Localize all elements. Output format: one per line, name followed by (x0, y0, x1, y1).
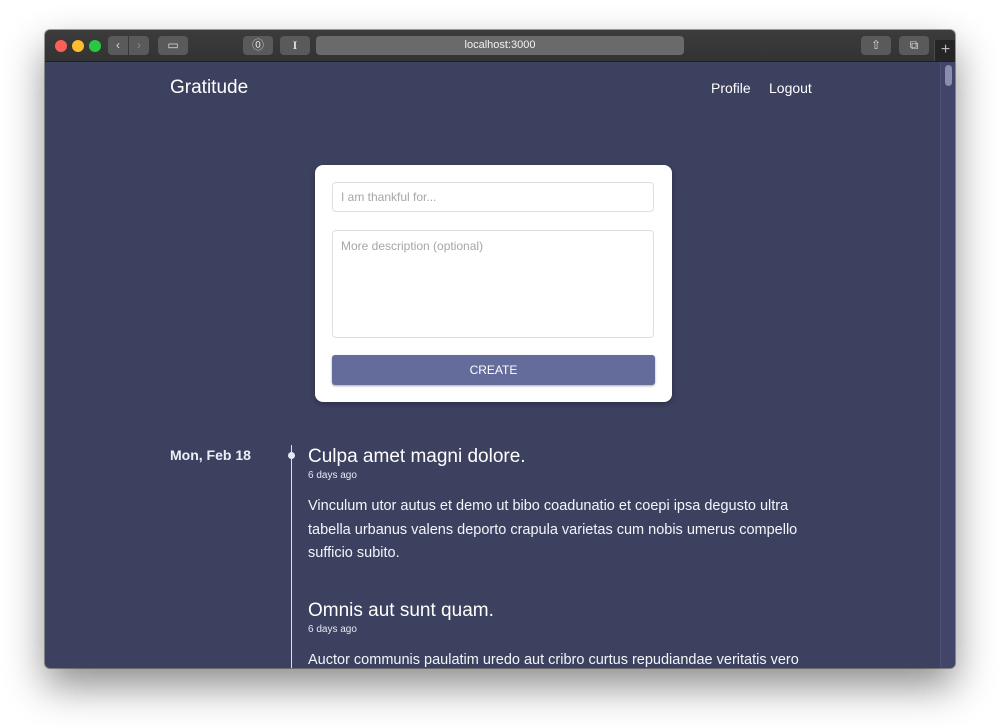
timeline-date: Mon, Feb 18 (170, 447, 251, 463)
timeline-dot-icon (288, 452, 295, 459)
entry-body: Auctor communis paulatim uredo aut cribr… (308, 652, 799, 668)
share-button[interactable]: ⇧ (861, 36, 891, 55)
plus-icon: + (940, 41, 951, 58)
description-textarea[interactable] (332, 230, 654, 338)
browser-toolbar: ‹ › ▭ ⓪ I localhost:3000 ⇧ ⧉ + (45, 30, 955, 62)
url-text: localhost:3000 (464, 39, 536, 51)
timeline-entry: Culpa amet magni dolore. 6 days ago Vinc… (308, 445, 828, 566)
password-manager-icon: ⓪ (251, 38, 264, 52)
brand-logo[interactable]: Gratitude (170, 77, 248, 99)
maximize-window-button[interactable] (89, 40, 101, 52)
chevron-right-icon: › (137, 38, 141, 52)
entry-body: Vinculum utor autus et demo ut bibo coad… (308, 498, 798, 561)
password-manager-button[interactable]: ⓪ (243, 36, 273, 55)
sidebar-icon: ▭ (167, 38, 179, 52)
close-window-button[interactable] (55, 40, 67, 52)
sidebar-toggle-button[interactable]: ▭ (158, 36, 188, 55)
timeline-line (291, 445, 292, 668)
vertical-scrollbar[interactable] (940, 62, 955, 668)
thankful-for-input[interactable] (332, 182, 654, 212)
tabs-icon: ⧉ (909, 38, 919, 52)
back-button[interactable]: ‹ (108, 36, 128, 55)
share-icon: ⇧ (870, 38, 882, 52)
entry-title: Omnis aut sunt quam. (308, 600, 494, 621)
chevron-left-icon: ‹ (116, 38, 120, 52)
scrollbar-thumb[interactable] (945, 65, 952, 86)
entry-title: Culpa amet magni dolore. (308, 446, 526, 467)
entry-timestamp: 6 days ago (308, 624, 357, 635)
create-button[interactable]: CREATE (332, 355, 655, 385)
reader-button[interactable]: I (280, 36, 310, 55)
entry-timestamp: 6 days ago (308, 470, 357, 481)
page-viewport: Gratitude Profile Logout CREATE Mon, Feb… (45, 62, 955, 668)
nav-logout-link[interactable]: Logout (769, 80, 812, 96)
tab-overview-button[interactable]: ⧉ (899, 36, 929, 55)
timeline-entry: Omnis aut sunt quam. 6 days ago Auctor c… (308, 599, 828, 668)
forward-button[interactable]: › (129, 36, 149, 55)
browser-window: ‹ › ▭ ⓪ I localhost:3000 ⇧ ⧉ + Gratitude… (45, 30, 955, 668)
nav-profile-link[interactable]: Profile (711, 80, 751, 96)
minimize-window-button[interactable] (72, 40, 84, 52)
new-tab-button[interactable]: + (934, 40, 955, 61)
text-cursor-icon: I (292, 38, 298, 52)
new-entry-card: CREATE (315, 165, 672, 402)
address-bar[interactable]: localhost:3000 (316, 36, 684, 55)
